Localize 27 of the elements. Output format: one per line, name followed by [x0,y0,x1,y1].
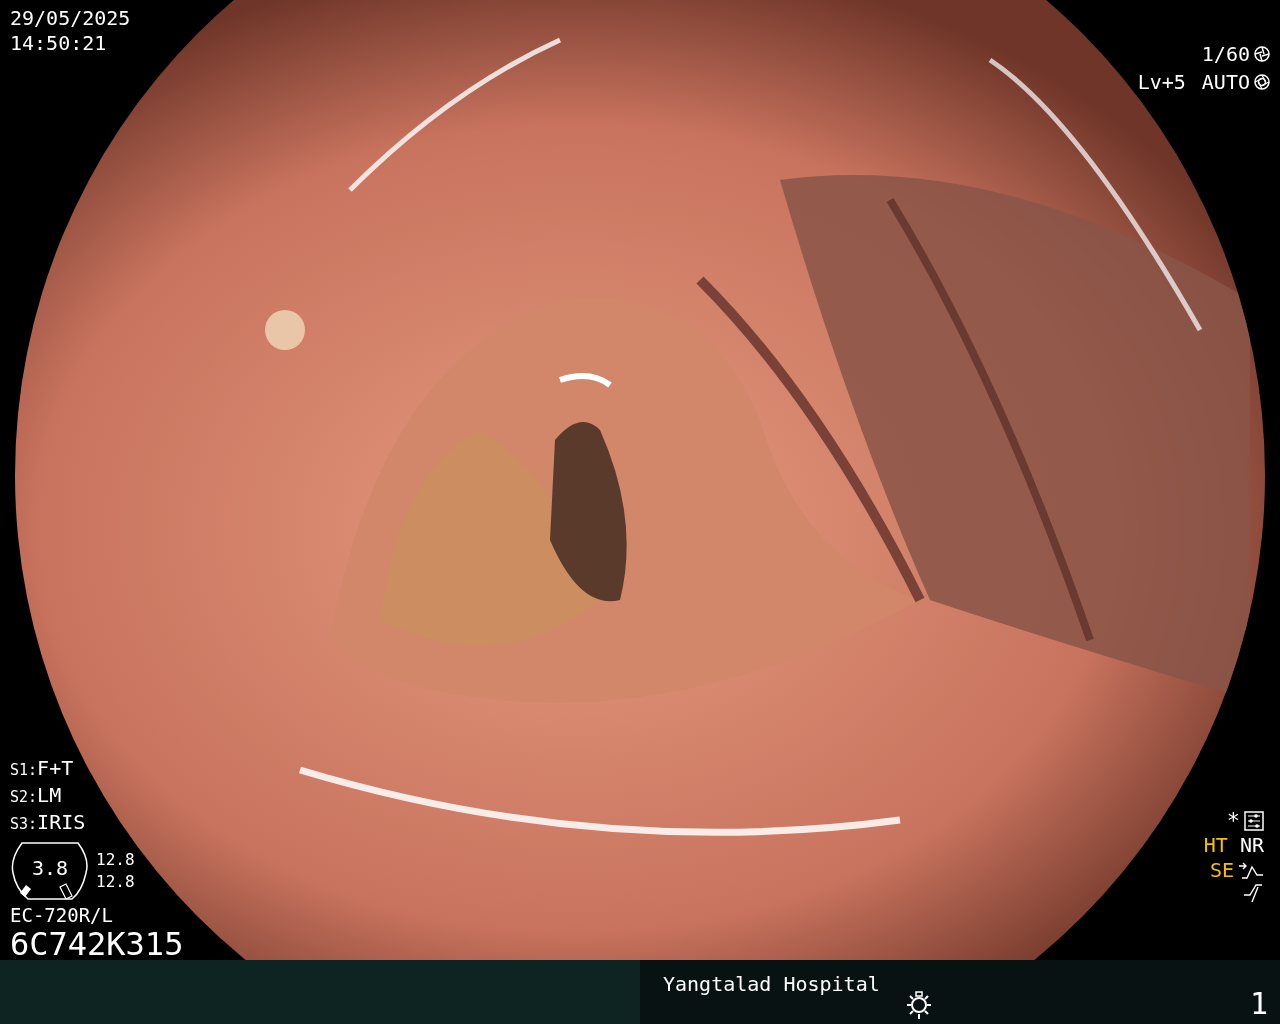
gauge-reading: 12.8 [96,871,135,893]
switch-value: F+T [37,756,74,781]
enhancement-indicator: SE [1209,858,1234,883]
switch-label: S2: [10,787,38,808]
page-number: 1 [1249,986,1268,1021]
sliders-icon [1244,810,1264,831]
gauge-value: 3.8 [32,857,69,879]
shutter-icon [1254,46,1270,62]
edge-curve-icon [1238,861,1264,880]
switch-value: LM [37,783,62,808]
preset-mark: * [1226,808,1240,833]
switch-value: IRIS [37,810,86,835]
iris-mode-text: AUTO [1201,69,1250,96]
mode-indicator: NR [1239,833,1264,858]
time-text: 14:50:21 [10,31,108,56]
hospital-name: Yangtalad Hospital [663,972,880,996]
mode-indicator: HT [1203,833,1228,858]
iris-icon [1254,74,1270,90]
switch-label: S1: [10,760,38,781]
scope-model-text: EC-720R/L [10,903,114,927]
serial-number-text: 6C742K315 [10,927,184,961]
shutter-speed-text: 1/60 [1201,41,1250,68]
gauge-reading: 12.8 [96,849,135,871]
light-level-text: Lv+5 [1137,69,1186,96]
date-text: 29/05/2025 [10,6,131,31]
switch-label: S3: [10,814,38,835]
slash-curve-icon [1242,883,1264,903]
